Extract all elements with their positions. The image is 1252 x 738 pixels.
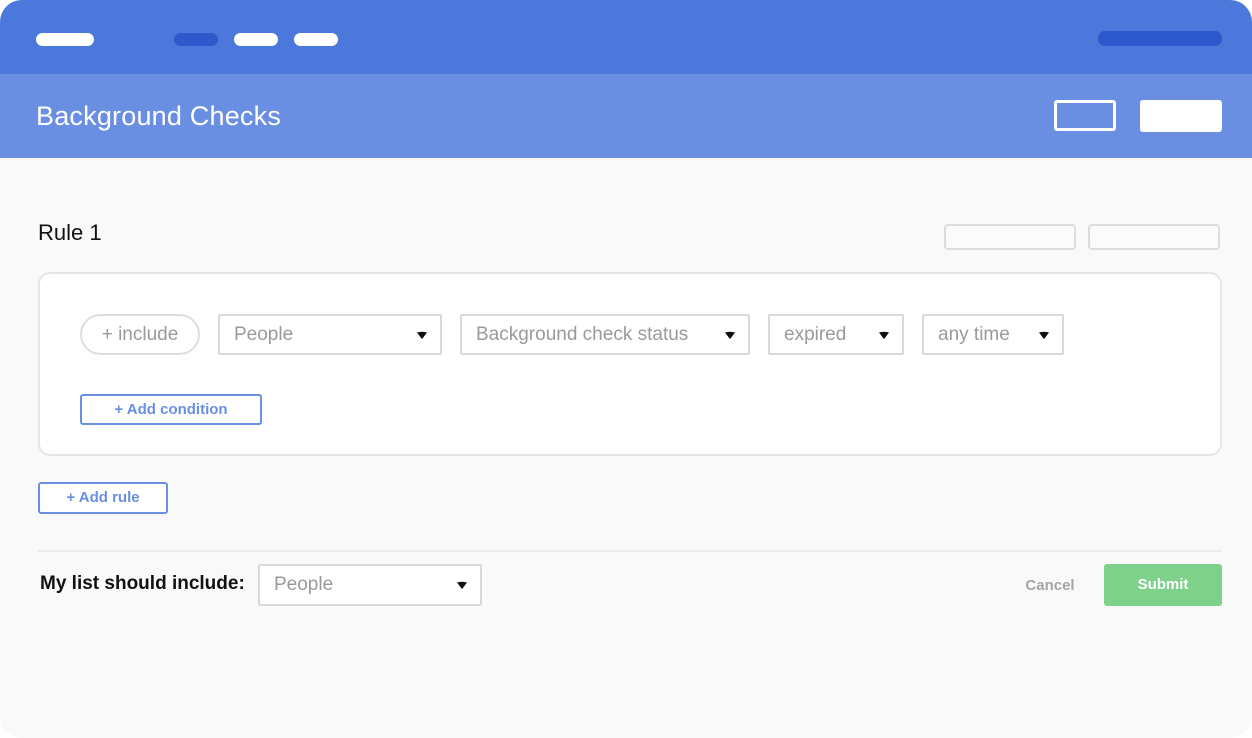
select-value: People bbox=[234, 324, 294, 345]
divider bbox=[38, 550, 1222, 552]
select-value: any time bbox=[938, 324, 1010, 345]
cancel-button[interactable]: Cancel bbox=[1012, 574, 1088, 598]
status-select[interactable]: expired bbox=[768, 314, 904, 355]
header-primary-button[interactable] bbox=[1140, 100, 1222, 132]
submit-button[interactable]: Submit bbox=[1104, 564, 1222, 606]
add-rule-button[interactable]: + Add rule bbox=[38, 482, 168, 514]
rule-action-button[interactable] bbox=[944, 224, 1076, 250]
top-nav-bar bbox=[0, 0, 1252, 74]
list-include-select[interactable]: People bbox=[258, 564, 482, 606]
header-secondary-button[interactable] bbox=[1054, 100, 1116, 131]
select-value: expired bbox=[784, 324, 847, 345]
app-window: Background Checks Rule 1 + include Peopl… bbox=[0, 0, 1252, 738]
timeframe-select[interactable]: any time bbox=[922, 314, 1064, 355]
rule-action-button[interactable] bbox=[1088, 224, 1220, 250]
page-title: Background Checks bbox=[36, 101, 282, 131]
nav-item[interactable] bbox=[294, 33, 338, 46]
rule-title: Rule 1 bbox=[38, 220, 102, 245]
nav-item-active[interactable] bbox=[174, 33, 218, 46]
include-toggle[interactable]: + include bbox=[80, 314, 200, 355]
select-value: Background check status bbox=[476, 324, 689, 345]
caret-down-icon bbox=[725, 331, 735, 339]
select-value: People bbox=[274, 574, 334, 595]
caret-down-icon bbox=[879, 331, 889, 339]
add-condition-button[interactable]: + Add condition bbox=[80, 394, 262, 425]
caret-down-icon bbox=[1039, 331, 1049, 339]
page-header: Background Checks bbox=[0, 74, 1252, 158]
nav-item[interactable] bbox=[234, 33, 278, 46]
nav-user-menu-placeholder[interactable] bbox=[1098, 31, 1222, 46]
list-include-label: My list should include: bbox=[40, 573, 245, 594]
attribute-select[interactable]: Background check status bbox=[460, 314, 750, 355]
caret-down-icon bbox=[417, 331, 427, 339]
rule-card: + include People Background check status… bbox=[38, 272, 1222, 456]
caret-down-icon bbox=[457, 581, 467, 589]
nav-logo-placeholder[interactable] bbox=[36, 33, 94, 46]
entity-select[interactable]: People bbox=[218, 314, 442, 355]
